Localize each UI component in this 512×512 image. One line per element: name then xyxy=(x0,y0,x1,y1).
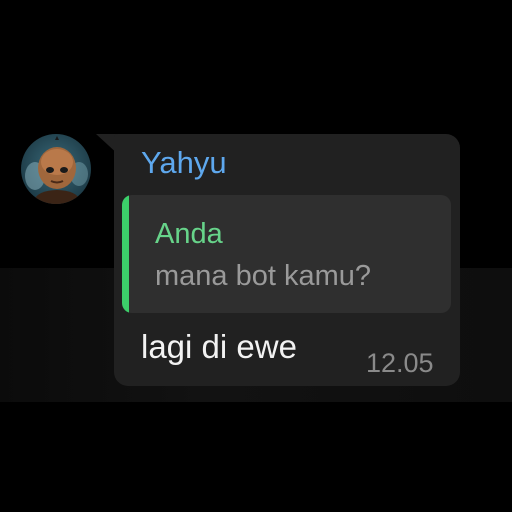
message-timestamp: 12.05 xyxy=(366,348,434,378)
reply-accent-bar xyxy=(122,195,129,313)
sender-name[interactable]: Yahyu xyxy=(141,143,227,183)
reply-text: mana bot kamu? xyxy=(155,260,372,292)
sender-avatar[interactable] xyxy=(21,134,91,204)
reply-quote[interactable]: Anda mana bot kamu? xyxy=(122,195,451,313)
reply-author: Anda xyxy=(155,218,223,250)
chat-screen: Yahyu Anda mana bot kamu? lagi di ewe 12… xyxy=(0,0,512,512)
message-text: lagi di ewe xyxy=(141,328,297,365)
profile-photo-icon xyxy=(25,136,88,204)
